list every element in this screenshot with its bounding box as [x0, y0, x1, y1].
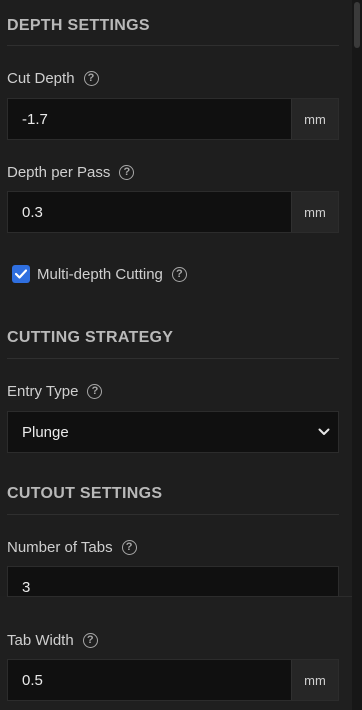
help-icon[interactable]: ?	[171, 266, 187, 282]
multi-depth-cutting-label: Multi-depth Cutting	[37, 265, 163, 283]
depth-per-pass-label: Depth per Pass	[7, 164, 111, 181]
multi-depth-cutting-row[interactable]: Multi-depth Cutting ?	[12, 265, 187, 283]
vertical-scrollbar[interactable]	[352, 0, 362, 710]
help-icon[interactable]: ?	[119, 165, 135, 180]
scrollbar-thumb[interactable]	[354, 2, 360, 48]
help-icon[interactable]: ?	[121, 540, 137, 555]
cut-depth-input[interactable]	[8, 99, 291, 139]
depth-per-pass-unit: mm	[291, 192, 338, 232]
cut-depth-label-row: Cut Depth ?	[7, 70, 99, 87]
entry-type-label: Entry Type	[7, 383, 79, 400]
bottom-section-divider	[7, 596, 362, 597]
tab-width-label: Tab Width	[7, 632, 74, 649]
depth-per-pass-input-group: mm	[7, 191, 339, 233]
cut-depth-label: Cut Depth	[7, 70, 75, 87]
help-icon[interactable]: ?	[83, 71, 99, 86]
entry-type-selected-value: Plunge	[22, 423, 69, 441]
entry-type-label-row: Entry Type ?	[7, 383, 103, 400]
tab-width-unit: mm	[291, 660, 338, 700]
tab-width-label-row: Tab Width ?	[7, 632, 98, 649]
section-title-depth-settings: DEPTH SETTINGS	[7, 17, 150, 34]
number-of-tabs-label: Number of Tabs	[7, 539, 113, 556]
chevron-down-icon	[318, 428, 330, 435]
multi-depth-cutting-checkbox[interactable]	[12, 265, 30, 283]
section-title-cutting-strategy: CUTTING STRATEGY	[7, 329, 174, 346]
help-icon[interactable]: ?	[82, 633, 98, 648]
tab-width-input[interactable]	[8, 660, 291, 700]
cut-depth-unit: mm	[291, 99, 338, 139]
entry-type-select[interactable]: Plunge	[7, 411, 339, 453]
cut-depth-input-group: mm	[7, 98, 339, 140]
section-divider	[7, 358, 339, 359]
section-divider	[7, 45, 339, 46]
depth-per-pass-input[interactable]	[8, 192, 291, 232]
number-of-tabs-label-row: Number of Tabs ?	[7, 539, 137, 556]
checkmark-icon	[15, 269, 27, 279]
depth-per-pass-label-row: Depth per Pass ?	[7, 164, 135, 181]
section-divider	[7, 514, 339, 515]
tab-width-input-group: mm	[7, 659, 339, 701]
section-title-cutout-settings: CUTOUT SETTINGS	[7, 485, 163, 502]
help-icon[interactable]: ?	[87, 384, 103, 399]
